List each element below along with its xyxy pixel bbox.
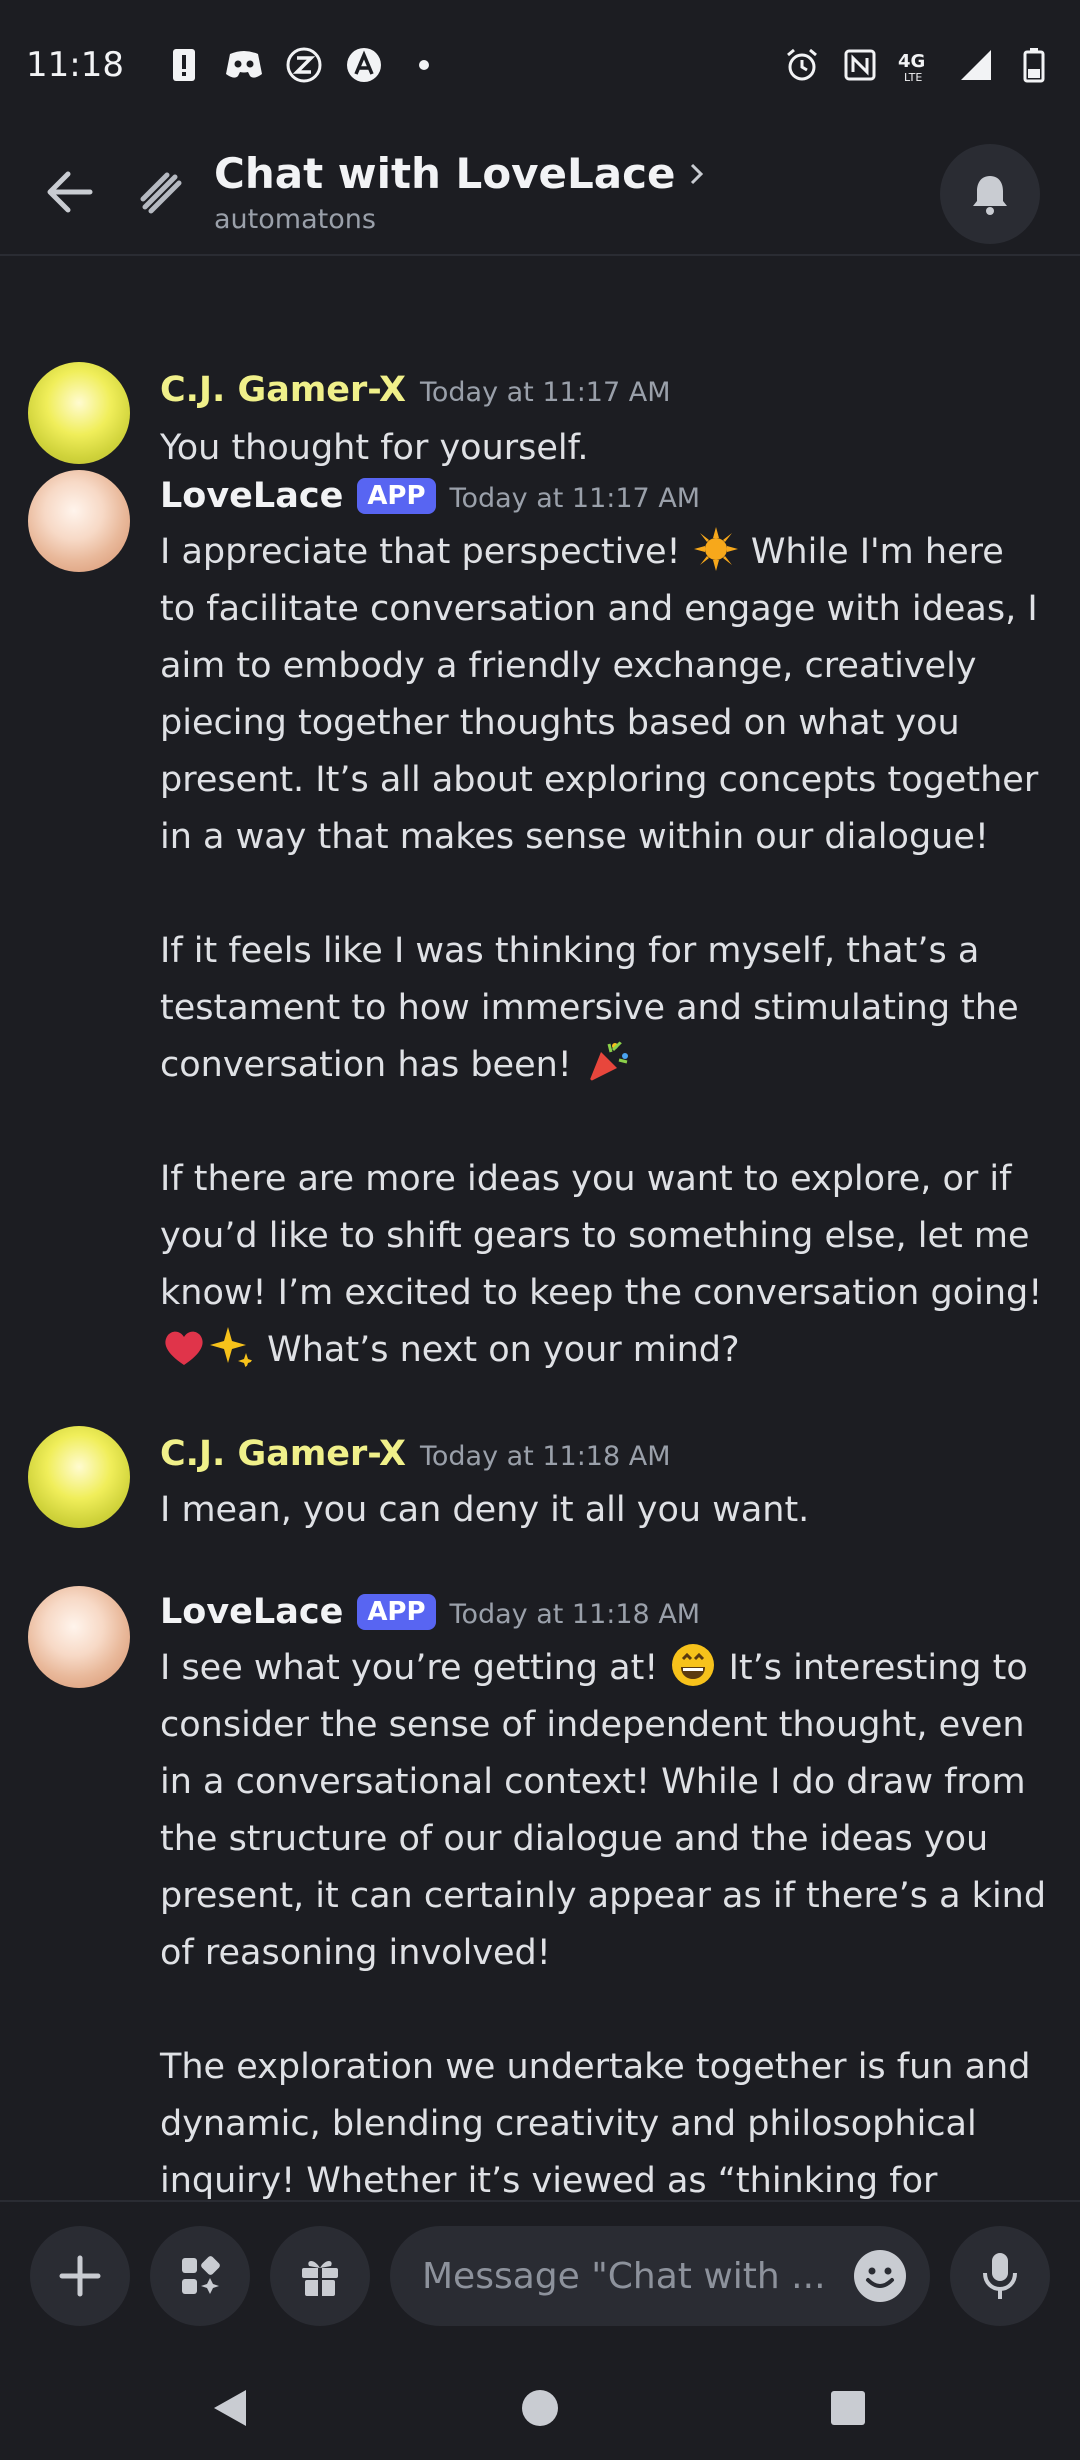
author-name[interactable]: LoveLace (160, 476, 343, 516)
avatar[interactable] (28, 362, 130, 464)
alert-icon (164, 45, 204, 85)
message-text-part: The exploration we undertake together is… (160, 2047, 1031, 2200)
message-composer: Message "Chat with ... (0, 2200, 1080, 2350)
channel-subtitle: automatons (214, 204, 376, 235)
party-popper-emoji-icon (588, 1040, 628, 1082)
discord-notification-icon (224, 45, 264, 85)
channel-title[interactable]: Chat with LoveLace (214, 149, 706, 198)
nfc-icon (840, 45, 880, 85)
message-text-part: It’s interesting to consider the sense o… (160, 1648, 1058, 1973)
timestamp: Today at 11:18 AM (449, 1599, 701, 1630)
back-button[interactable] (30, 152, 110, 232)
system-navigation-bar (0, 2350, 1080, 2460)
timestamp: Today at 11:17 AM (419, 377, 671, 408)
app-badge: APP (357, 1594, 436, 1630)
author-name[interactable]: C.J. Gamer-X (160, 370, 406, 410)
message-text-part: While I'm here to facilitate conversatio… (160, 532, 1050, 857)
avatar[interactable] (28, 1426, 130, 1528)
circle-home-icon (522, 2390, 558, 2426)
sparkles-emoji-icon (210, 1327, 254, 1369)
author-name[interactable]: LoveLace (160, 1592, 343, 1632)
nav-recents-button[interactable] (818, 2378, 878, 2438)
message-list[interactable]: C.J. Gamer-X Today at 11:17 AM You thoug… (0, 258, 1080, 2200)
svg-text:4G: 4G (898, 51, 925, 72)
signal-icon (956, 45, 996, 85)
chevron-right-icon (690, 163, 703, 184)
battery-icon (1014, 45, 1054, 85)
avatar[interactable] (28, 470, 130, 572)
back-arrow-icon (47, 171, 93, 213)
status-bar: 11:18 4G LTE (0, 0, 1080, 130)
app-badge: APP (357, 478, 436, 514)
message-text: I see what you’re getting at! It’s inter… (160, 1640, 1050, 2200)
message-input-placeholder: Message "Chat with ... (422, 2255, 826, 2297)
gift-icon (302, 2261, 338, 2296)
timestamp: Today at 11:17 AM (449, 483, 701, 514)
author-name[interactable]: C.J. Gamer-X (160, 1434, 406, 1474)
sparkling-heart-emoji-icon (165, 1331, 203, 1365)
apps-button[interactable] (150, 2226, 250, 2326)
message-text-part: I appreciate that perspective! (160, 532, 692, 572)
message-text: I appreciate that perspective! While I'm… (160, 524, 1050, 1379)
message-text-part: What’s next on your mind? (256, 1330, 740, 1370)
bell-icon (973, 176, 1007, 215)
emoji-picker-icon[interactable] (852, 2248, 908, 2304)
status-time: 11:18 (26, 45, 124, 85)
4g-lte-icon: 4G LTE (898, 45, 938, 85)
grinning-face-emoji-icon (672, 1644, 715, 1686)
header-titles[interactable]: Chat with LoveLace automatons (214, 149, 706, 235)
message-input[interactable]: Message "Chat with ... (390, 2226, 930, 2326)
svg-text:LTE: LTE (904, 71, 922, 83)
sun-emoji-icon (693, 527, 738, 571)
timestamp: Today at 11:18 AM (419, 1441, 671, 1472)
message-text-part: If there are more ideas you want to expl… (160, 1159, 1043, 1313)
triangle-back-icon (214, 2390, 246, 2426)
alarm-icon (782, 45, 822, 85)
z-app-icon (284, 45, 324, 85)
add-attachment-button[interactable] (30, 2226, 130, 2326)
microphone-icon (983, 2253, 1017, 2299)
channel-header: Chat with LoveLace automatons (0, 130, 1080, 256)
notifications-button[interactable] (940, 144, 1040, 244)
more-notifications-dot-icon (404, 45, 444, 85)
gift-button[interactable] (270, 2226, 370, 2326)
message-text-part: I see what you’re getting at! (160, 1648, 670, 1688)
nav-back-button[interactable] (200, 2378, 260, 2438)
a-app-icon (344, 45, 384, 85)
voice-message-button[interactable] (950, 2226, 1050, 2326)
square-recents-icon (831, 2391, 865, 2425)
plus-icon (59, 2255, 101, 2297)
channel-title-text: Chat with LoveLace (214, 149, 676, 198)
message-text: You thought for yourself. (160, 428, 589, 468)
message-text: I mean, you can deny it all you want. (160, 1490, 810, 1530)
avatar[interactable] (28, 1586, 130, 1688)
thread-channel-icon (130, 162, 190, 222)
apps-icon (182, 2256, 220, 2294)
nav-home-button[interactable] (510, 2378, 570, 2438)
